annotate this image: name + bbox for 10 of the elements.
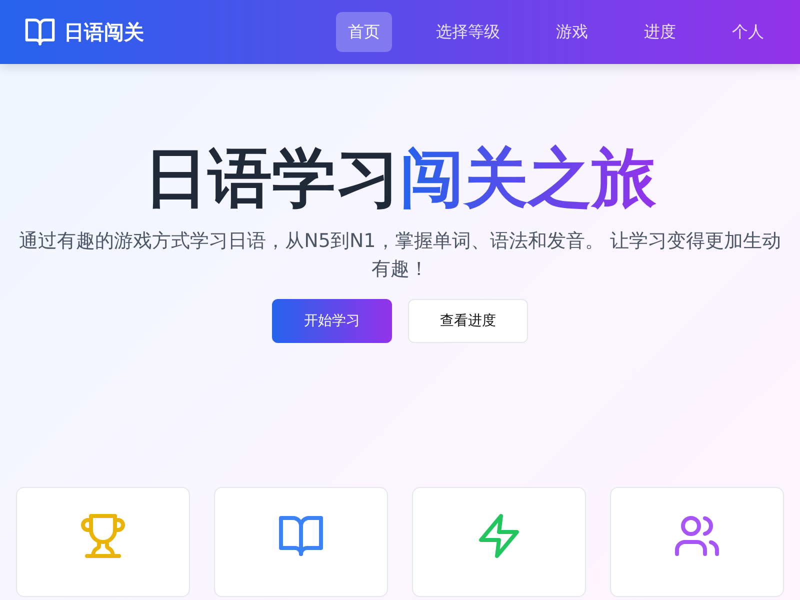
- start-button[interactable]: 开始学习: [272, 299, 392, 344]
- brand-name: 日语闯关: [64, 19, 144, 46]
- hero-subtitle: 通过有趣的游戏方式学习日语，从N5到N1，掌握单词、语法和发音。 让学习变得更加生动有趣！: [18, 229, 782, 282]
- nav-tab[interactable]: 进度: [632, 12, 688, 52]
- nav-tab[interactable]: 选择等级: [424, 12, 512, 52]
- nav-tab[interactable]: 首页: [336, 12, 392, 52]
- nav-tab[interactable]: 个人: [720, 12, 776, 52]
- nav-tab[interactable]: 游戏: [544, 12, 600, 52]
- book-icon: [24, 16, 56, 48]
- progress-button[interactable]: 查看进度: [408, 299, 528, 344]
